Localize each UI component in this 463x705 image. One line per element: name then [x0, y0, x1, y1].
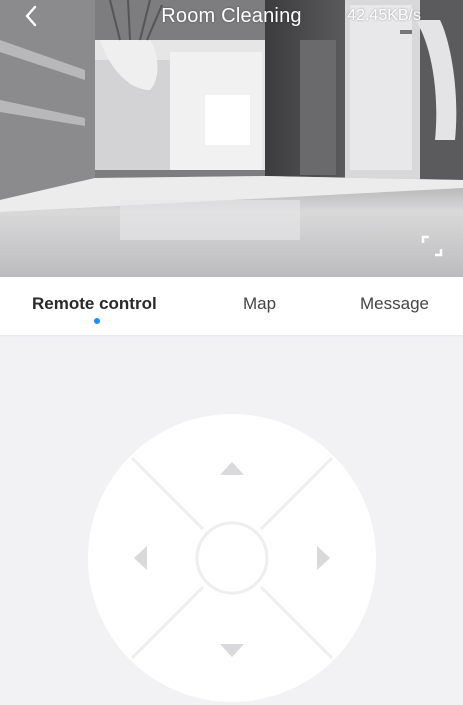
arrow-up-icon — [220, 462, 244, 475]
move-backward-button[interactable] — [218, 636, 246, 666]
arrow-left-icon — [134, 546, 147, 570]
arrow-down-icon — [220, 644, 244, 657]
move-forward-button[interactable] — [218, 455, 246, 485]
tab-bar: Remote control Map Message — [0, 277, 463, 335]
tab-map[interactable]: Map — [243, 294, 276, 314]
fullscreen-button[interactable] — [421, 235, 443, 257]
tab-remote-control[interactable]: Remote control — [32, 294, 157, 314]
data-rate-readout: 42.45KB/s — [347, 7, 421, 24]
camera-video-feed — [0, 0, 463, 277]
fullscreen-icon — [421, 235, 443, 257]
top-bar: Room Cleaning 42.45KB/s — [0, 0, 463, 34]
center-stop-button[interactable] — [196, 523, 268, 595]
arrow-right-icon — [317, 546, 330, 570]
active-tab-indicator — [94, 318, 100, 324]
turn-left-button[interactable] — [128, 543, 154, 573]
camera-frame-image — [0, 0, 463, 277]
turn-right-button[interactable] — [310, 543, 336, 573]
tab-message[interactable]: Message — [360, 294, 429, 314]
